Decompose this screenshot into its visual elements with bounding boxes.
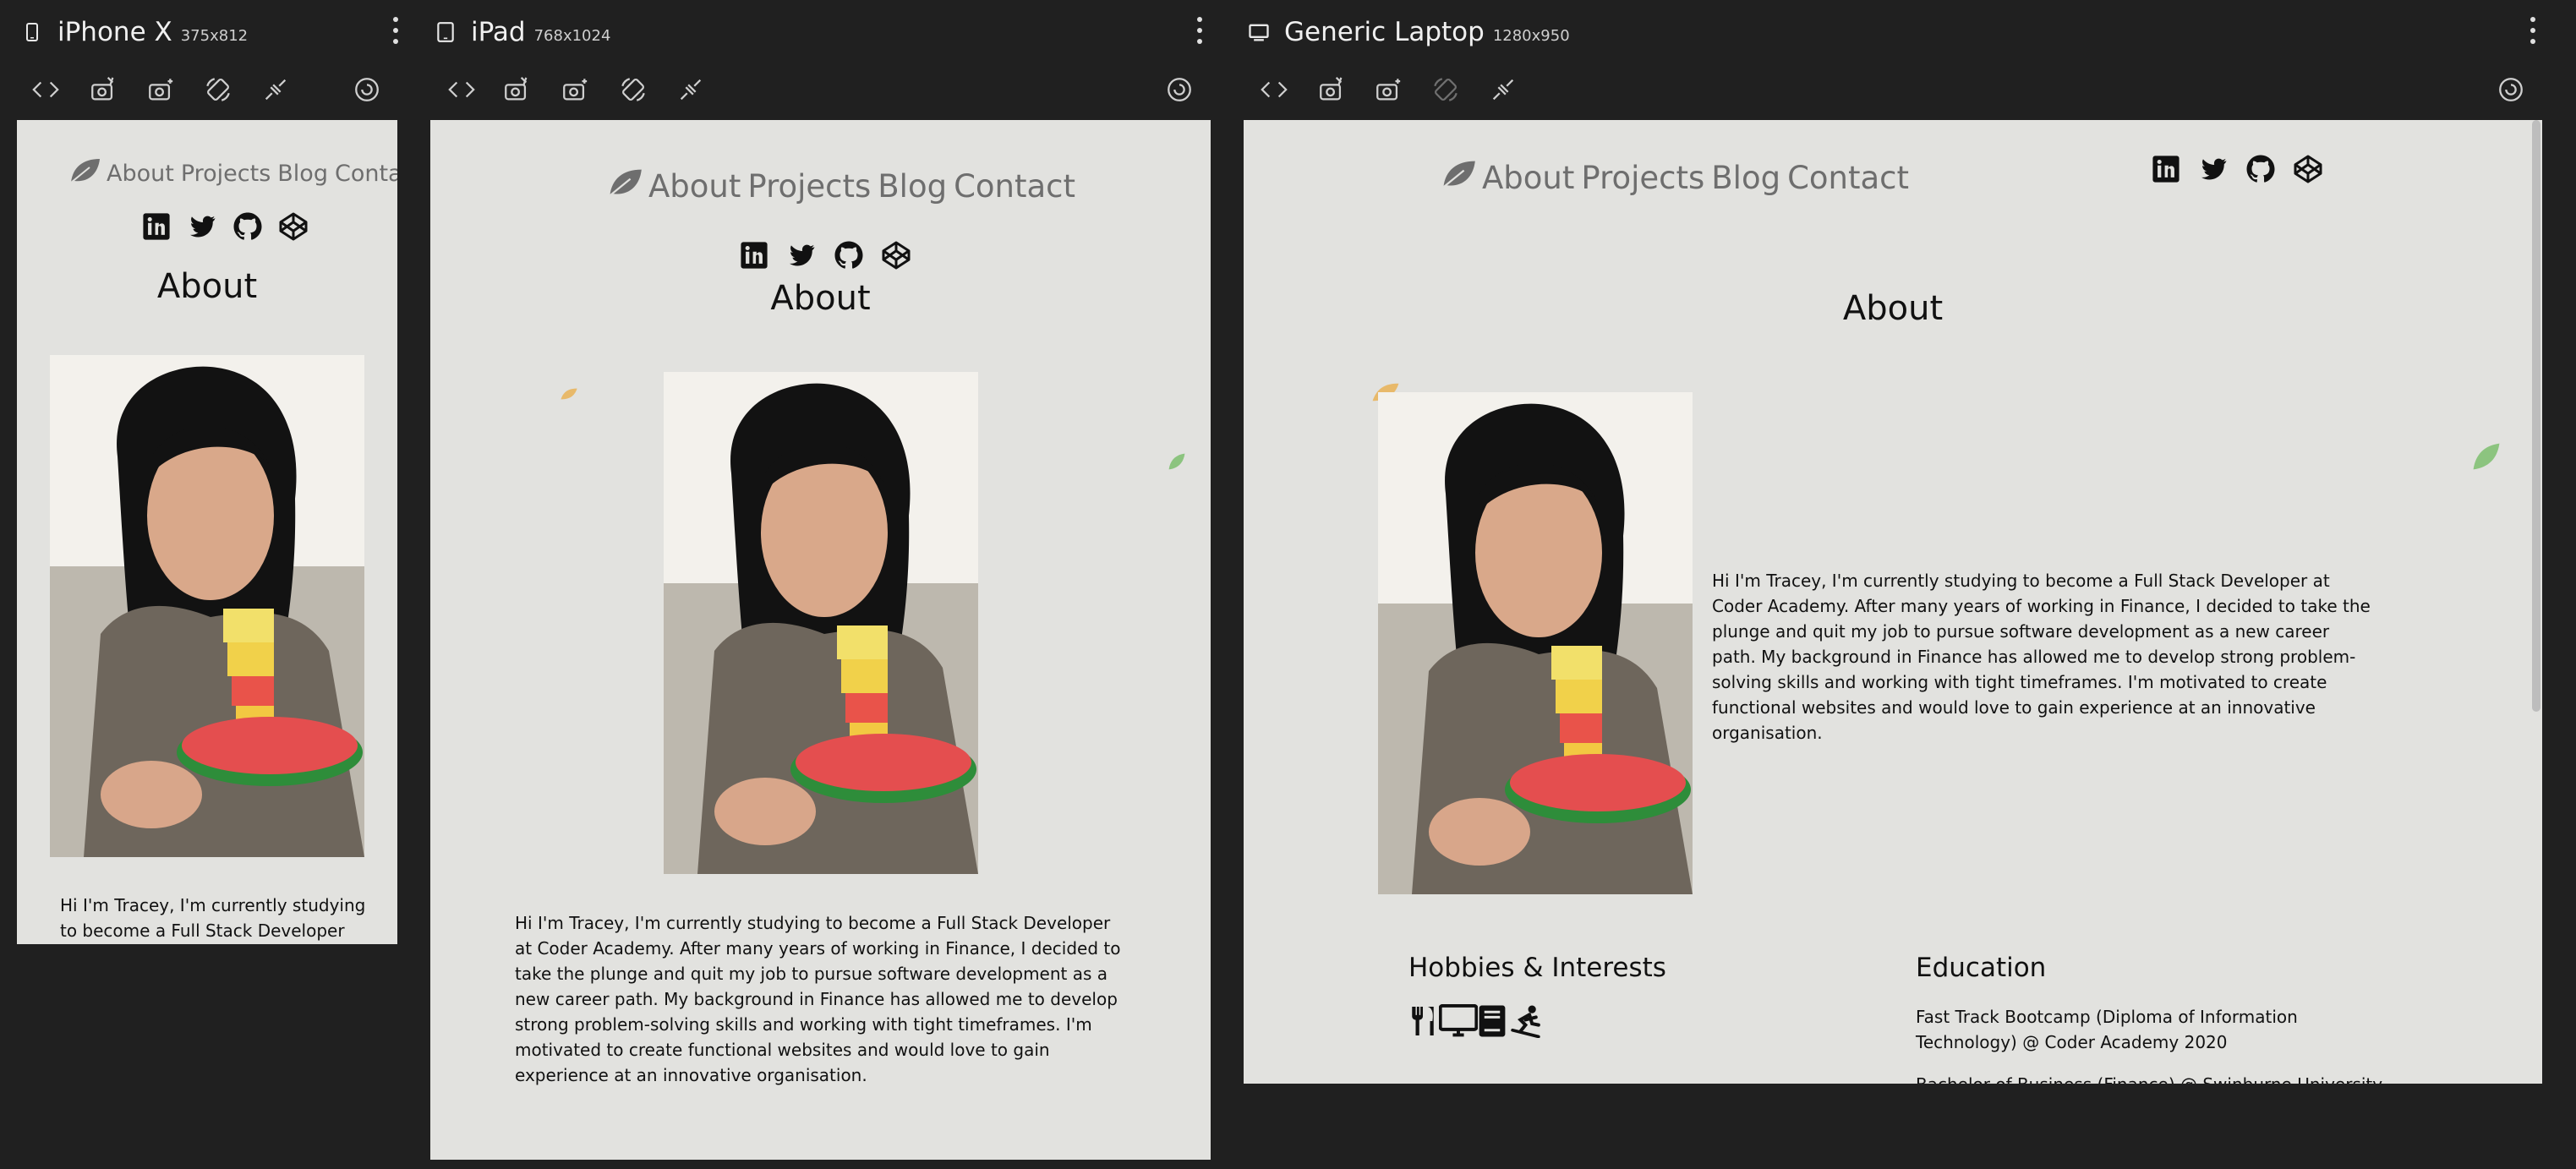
device-panel-laptop: Generic Laptop 1280x950 About Projects B… [1244, 0, 2542, 1169]
profile-photo [50, 355, 364, 857]
code-icon[interactable] [27, 71, 64, 108]
education-item: Fast Track Bootcamp (Diploma of Informat… [1916, 1007, 2298, 1052]
device-panel-iphone: iPhone X 375x812 About Projects Blog Con… [17, 0, 398, 1169]
nav-link-blog[interactable]: Blog [878, 168, 947, 205]
github-icon[interactable] [825, 238, 872, 272]
rotate-icon[interactable] [615, 71, 652, 108]
code-icon[interactable] [443, 71, 480, 108]
nav-link-about[interactable]: About [107, 161, 174, 187]
bio-text: Hi I'm Tracey, I'm currently studying to… [515, 913, 1121, 1085]
site-nav: About Projects Blog Contact [1440, 157, 1916, 199]
linkedin-icon[interactable] [134, 210, 179, 243]
phone-icon [17, 17, 47, 47]
more-options-icon[interactable] [1190, 17, 1210, 44]
social-links [2142, 152, 2332, 186]
falling-leaf-icon [559, 387, 579, 405]
codepen-icon[interactable] [2284, 152, 2332, 186]
codepen-icon[interactable] [271, 210, 316, 243]
about-heading: About [1842, 289, 1944, 328]
device-name[interactable]: Generic Laptop [1284, 17, 1485, 47]
device-header: iPhone X 375x812 [17, 12, 248, 52]
nav-link-projects[interactable]: Projects [747, 168, 871, 205]
camera-icon[interactable] [142, 71, 179, 108]
about-heading: About [770, 279, 871, 318]
disconnect-icon[interactable] [1485, 71, 1522, 108]
tablet-icon [430, 17, 461, 47]
device-name[interactable]: iPad [471, 17, 526, 47]
device-screen[interactable]: About Projects Blog Contact About [17, 120, 397, 944]
disconnect-icon[interactable] [257, 71, 294, 108]
refresh-icon[interactable] [1161, 71, 1198, 108]
falling-leaf-icon [1168, 451, 1186, 476]
nav-link-blog[interactable]: Blog [1711, 160, 1780, 196]
linkedin-icon[interactable] [2142, 152, 2190, 186]
code-icon[interactable] [1255, 71, 1293, 108]
codepen-icon[interactable] [872, 238, 920, 272]
device-toolbar [430, 71, 1211, 108]
falling-leaf-icon [2471, 440, 2502, 478]
bio-text: Hi I'm Tracey, I'm currently studying to… [1712, 571, 2371, 743]
social-links [730, 238, 920, 272]
nav-link-contact[interactable]: Contact [1787, 160, 1909, 196]
device-header: iPad 768x1024 [430, 12, 610, 52]
screenshot-icon[interactable] [85, 71, 122, 108]
page-scrollbar[interactable] [2532, 120, 2540, 712]
nav-link-about[interactable]: About [648, 168, 741, 205]
disconnect-icon[interactable] [672, 71, 709, 108]
leaf-logo-icon[interactable] [68, 156, 101, 192]
site-nav: About Projects Blog Contact [68, 156, 397, 192]
social-links [134, 210, 316, 243]
github-icon[interactable] [225, 210, 271, 243]
snowboard-icon [1510, 1004, 1544, 1039]
refresh-icon[interactable] [2492, 71, 2530, 108]
screenshot-icon[interactable] [1313, 71, 1350, 108]
nav-link-projects[interactable]: Projects [1581, 160, 1704, 196]
bio-line-1: Hi I'm Tracey, I'm currently studying [60, 895, 366, 915]
github-icon[interactable] [2237, 152, 2284, 186]
device-panel-ipad: iPad 768x1024 About Projects Blog Contac… [430, 0, 1211, 1169]
cutlery-icon [1408, 1004, 1439, 1038]
laptop-icon [1244, 17, 1274, 47]
rotate-icon[interactable] [1427, 71, 1464, 108]
nav-link-contact[interactable]: Contact [335, 161, 397, 187]
about-heading: About [156, 267, 258, 306]
more-options-icon[interactable] [386, 17, 406, 44]
twitter-icon[interactable] [2190, 152, 2237, 186]
twitter-icon[interactable] [778, 238, 825, 272]
book-icon [1478, 1004, 1510, 1038]
leaf-logo-icon[interactable] [1440, 157, 1477, 199]
twitter-icon[interactable] [179, 210, 225, 243]
more-options-icon[interactable] [2523, 17, 2543, 44]
device-size: 375x812 [180, 26, 249, 45]
computer-icon [1438, 1003, 1479, 1038]
hobby-icons [1408, 1003, 1544, 1039]
education-item: Bachelor of Business (Finance) @ Swinbur… [1916, 1072, 2389, 1084]
hobbies-heading: Hobbies & Interests [1408, 953, 1666, 983]
device-size: 1280x950 [1492, 26, 1570, 45]
leaf-logo-icon[interactable] [606, 166, 643, 207]
device-screen[interactable]: About Projects Blog Contact About [1244, 120, 2542, 1084]
linkedin-icon[interactable] [730, 238, 778, 272]
profile-photo [664, 372, 978, 874]
screenshot-icon[interactable] [498, 71, 535, 108]
nav-link-projects[interactable]: Projects [181, 161, 271, 187]
device-screen[interactable]: About Projects Blog Contact About [430, 120, 1211, 1160]
nav-link-blog[interactable]: Blog [277, 161, 328, 187]
education-heading: Education [1916, 953, 2047, 983]
nav-link-contact[interactable]: Contact [954, 168, 1075, 205]
nav-link-about[interactable]: About [1482, 160, 1574, 196]
device-name[interactable]: iPhone X [57, 17, 172, 47]
profile-photo [1378, 392, 1693, 894]
rotate-icon[interactable] [200, 71, 237, 108]
refresh-icon[interactable] [348, 71, 386, 108]
camera-icon[interactable] [1370, 71, 1407, 108]
device-toolbar [17, 71, 397, 108]
camera-icon[interactable] [556, 71, 593, 108]
device-size: 768x1024 [533, 26, 611, 45]
device-header: Generic Laptop 1280x950 [1244, 12, 1570, 52]
device-toolbar [1244, 71, 2542, 108]
bio-line-2: to become a Full Stack Developer [60, 920, 345, 941]
site-nav: About Projects Blog Contact [606, 166, 1082, 207]
